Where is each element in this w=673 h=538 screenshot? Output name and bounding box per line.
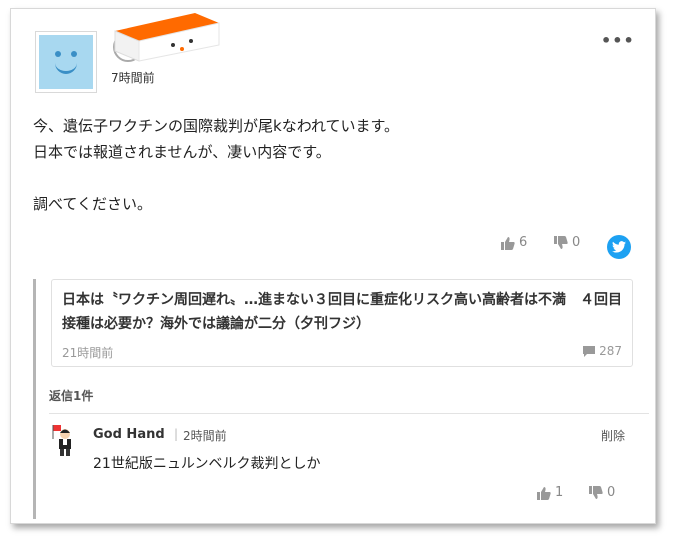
reply-body: 21世紀版ニュルンベルク裁判としか: [93, 456, 321, 472]
more-icon[interactable]: •••: [601, 31, 635, 50]
article-time: 21時間前: [62, 346, 114, 360]
article-title[interactable]: 日本は〝ワクチン周回遅れ〟…進まない３回目に重症化リスク高い高齢者は不満 ４回目…: [62, 288, 622, 336]
post-timestamp: 7時間前: [111, 71, 155, 85]
thumbs-up-icon: [537, 486, 551, 500]
reply-dislike-count: 0: [607, 485, 616, 500]
thumbs-down-icon: [589, 485, 603, 499]
like-count: 6: [519, 235, 528, 250]
linked-article-card[interactable]: 日本は〝ワクチン周回遅れ〟…進まない３回目に重症化リスク高い高齢者は不満 ４回目…: [51, 279, 633, 367]
dislike-button[interactable]: 0: [554, 235, 580, 250]
thumbs-up-icon: [501, 236, 515, 250]
expert-badge-icon: [113, 13, 220, 62]
reply-thread-line: [33, 279, 36, 519]
reply-like-button[interactable]: 1: [537, 485, 563, 500]
user-avatar[interactable]: [35, 31, 97, 93]
divider: [49, 413, 649, 414]
twitter-icon: [612, 241, 626, 253]
reply-separator: |: [174, 427, 179, 441]
twitter-share-button[interactable]: [607, 235, 631, 259]
comment-line: [33, 165, 399, 191]
comment-icon: [583, 345, 596, 357]
reply-avatar[interactable]: [51, 425, 75, 457]
comment-card: 7時間前 ••• 今、遺伝子ワクチンの国際裁判が尾kなわれています。 日本では報…: [10, 8, 656, 524]
reply-author-name[interactable]: God Hand: [93, 427, 165, 442]
dislike-count: 0: [572, 235, 581, 250]
like-button[interactable]: 6: [501, 235, 527, 250]
comment-body: 今、遺伝子ワクチンの国際裁判が尾kなわれています。 日本では報道されませんが、凄…: [33, 113, 399, 217]
reply-dislike-button[interactable]: 0: [589, 485, 615, 500]
smiley-face-icon: [39, 35, 93, 89]
delete-button[interactable]: 削除: [601, 427, 625, 444]
reply-timestamp: 2時間前: [183, 429, 227, 443]
comment-line: 調べてください。: [33, 195, 152, 213]
comment-line: 今、遺伝子ワクチンの国際裁判が尾kなわれています。: [33, 117, 399, 135]
article-comment-count: 287: [583, 344, 622, 358]
replies-count-label[interactable]: 返信1件: [49, 387, 93, 404]
reply-like-count: 1: [555, 485, 564, 500]
comment-count: 287: [599, 344, 622, 358]
thumbs-down-icon: [554, 235, 568, 249]
comment-line: 日本では報道されませんが、凄い内容です。: [33, 143, 331, 161]
